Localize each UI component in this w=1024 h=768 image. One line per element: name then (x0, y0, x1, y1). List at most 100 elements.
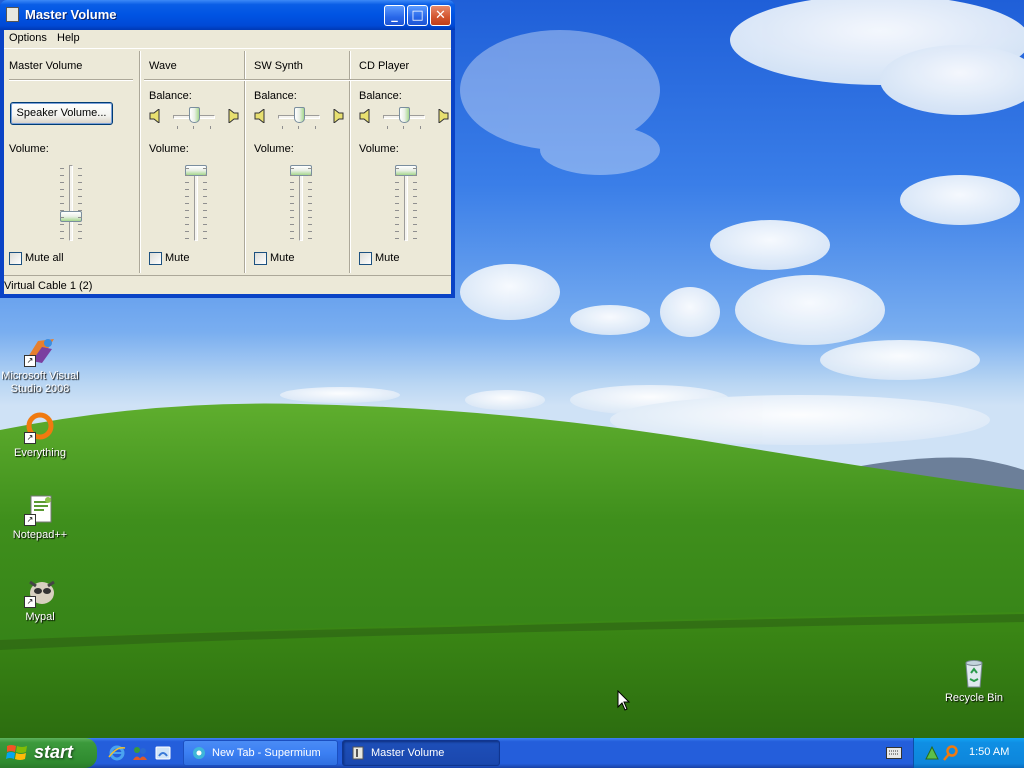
wave-balance-slider[interactable] (173, 107, 215, 129)
title-bar[interactable]: Master Volume _ □ ✕ (0, 0, 455, 30)
system-tray: 1:50 AM (913, 738, 1024, 768)
volume-control-icon (352, 746, 364, 760)
slider-thumb[interactable] (398, 107, 410, 123)
desktop-icon-notepad-plus-plus[interactable]: ↗ Notepad++ (0, 494, 80, 542)
slider-track (404, 165, 408, 241)
slider-tick (413, 196, 417, 197)
slider-tick (308, 217, 312, 218)
channel-name-sw-synth: SW Synth (254, 60, 303, 72)
slider-tick (185, 210, 189, 211)
slider-track (194, 165, 198, 241)
slider-tick (308, 189, 312, 190)
maximize-button[interactable]: □ (407, 5, 428, 26)
column-divider (139, 51, 141, 273)
start-label: start (34, 742, 74, 762)
slider-tick (308, 196, 312, 197)
slider-tick (308, 182, 312, 183)
slider-tick (203, 224, 207, 225)
taskbar: start New Tab - Supermium Master Volume … (0, 738, 1024, 768)
slider-tick (78, 231, 82, 232)
desktop-icon-label: Notepad++ (12, 529, 68, 541)
slider-tick (290, 189, 294, 190)
mute-all-checkbox[interactable] (9, 252, 22, 265)
slider-tick (403, 126, 404, 129)
slider-tick (78, 238, 82, 239)
slider-tick (413, 189, 417, 190)
start-button[interactable]: start (0, 738, 97, 768)
search-icon[interactable] (943, 745, 959, 761)
slider-tick (60, 231, 64, 232)
desktop-icon-everything[interactable]: ↗ Everything (0, 412, 80, 460)
slider-tick (395, 238, 399, 239)
slider-tick (290, 182, 294, 183)
network-icon[interactable] (924, 745, 940, 761)
minimize-button[interactable]: _ (384, 5, 405, 26)
slider-tick (60, 168, 64, 169)
cd-player-volume-slider[interactable] (386, 165, 426, 241)
taskbar-button-master-volume[interactable]: Master Volume (342, 740, 500, 766)
slider-tick (78, 189, 82, 190)
slider-tick (315, 126, 316, 129)
slider-tick (308, 168, 312, 169)
internet-explorer-icon[interactable] (108, 744, 126, 762)
slider-tick (290, 175, 294, 176)
slider-tick (60, 182, 64, 183)
slider-tick (290, 224, 294, 225)
desktop-icon-label: Recycle Bin (944, 692, 1004, 704)
slider-tick (185, 231, 189, 232)
master-volume-window: Master Volume _ □ ✕ Options Help Master … (0, 0, 455, 298)
desktop-icon-mypal[interactable]: ↗ Mypal (0, 576, 80, 624)
visual-studio-icon: ↗ (24, 335, 56, 367)
slider-tick (413, 175, 417, 176)
desktop[interactable]: ↗ Microsoft Visual Studio 2008 ↗ Everyth… (0, 0, 1024, 738)
slider-tick (298, 126, 299, 129)
volume-control-icon[interactable] (6, 7, 19, 22)
master-volume-slider[interactable] (51, 165, 91, 241)
slider-tick (193, 126, 194, 129)
slider-tick (185, 168, 189, 169)
desktop-icon-visual-studio[interactable]: ↗ Microsoft Visual Studio 2008 (0, 335, 80, 396)
slider-thumb[interactable] (188, 107, 200, 123)
notepad-plus-plus-icon: ↗ (24, 494, 56, 526)
slider-tick (308, 231, 312, 232)
messenger-icon[interactable] (131, 744, 149, 762)
status-text: Virtual Cable 1 (2) (4, 280, 93, 292)
cd-player-balance-slider[interactable] (383, 107, 425, 129)
taskbar-button-supermium[interactable]: New Tab - Supermium (183, 740, 338, 766)
wave-volume-slider[interactable] (176, 165, 216, 241)
windows-logo-icon (6, 745, 27, 760)
slider-tick (420, 126, 421, 129)
slider-thumb[interactable] (60, 210, 82, 222)
keyboard-icon[interactable] (886, 747, 902, 759)
sw-synth-balance-slider[interactable] (278, 107, 320, 129)
cd-player-mute-checkbox[interactable] (359, 252, 372, 265)
menu-help[interactable]: Help (57, 32, 80, 44)
column-divider (349, 51, 351, 273)
sw-synth-volume-slider[interactable] (281, 165, 321, 241)
desktop-icon-recycle-bin[interactable]: Recycle Bin (934, 657, 1014, 705)
sw-synth-mute-checkbox[interactable] (254, 252, 267, 265)
slider-tick (78, 203, 82, 204)
slider-tick (413, 238, 417, 239)
speaker-volume-button[interactable]: Speaker Volume... (10, 102, 113, 125)
show-desktop-icon[interactable] (154, 744, 172, 762)
wave-mute-checkbox[interactable] (149, 252, 162, 265)
slider-tick (290, 196, 294, 197)
menu-options[interactable]: Options (9, 32, 47, 44)
slider-thumb[interactable] (293, 107, 305, 123)
slider-track (299, 165, 303, 241)
slider-tick (395, 224, 399, 225)
wave-channel-panel: Wave Balance: Volume: Mute (144, 51, 244, 273)
slider-tick (395, 210, 399, 211)
everything-search-icon: ↗ (24, 412, 56, 444)
slider-tick (203, 168, 207, 169)
slider-tick (203, 203, 207, 204)
master-volume-panel: Master Volume Speaker Volume... Volume: … (4, 51, 138, 273)
slider-tick (60, 196, 64, 197)
slider-tick (185, 217, 189, 218)
slider-tick (308, 238, 312, 239)
close-button[interactable]: ✕ (430, 5, 451, 26)
minimize-icon: _ (391, 8, 398, 23)
slider-tick (413, 182, 417, 183)
slider-tick (203, 210, 207, 211)
